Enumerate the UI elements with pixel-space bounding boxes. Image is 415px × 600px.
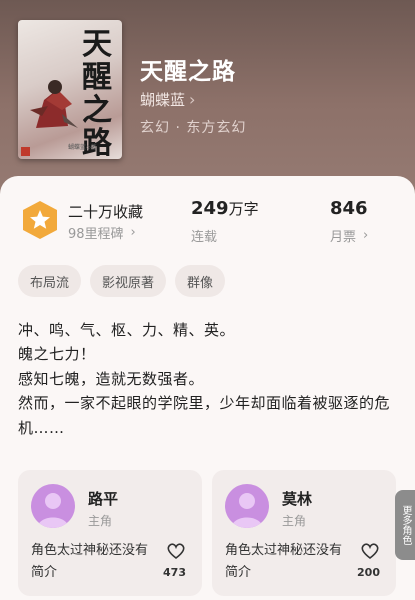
word-count-value: 249 [191,198,229,219]
tag-item[interactable]: 群像 [175,265,226,297]
monthly-ticket-value: 846 [330,198,368,219]
character-avatar [225,484,269,528]
character-card[interactable]: 莫林 主角 角色太过神秘还没有简介 200 [212,470,396,596]
milestone-link[interactable]: 98里程碑 › [68,223,136,242]
monthly-ticket-label: 月票 [330,230,357,245]
chevron-right-icon: › [363,228,369,243]
tag-item[interactable]: 影视原著 [90,265,167,297]
synopsis-line: 然而，一家不起眼的学院里，少年却面临着被驱逐的危机…… [18,394,391,437]
book-title: 天醒之路 [140,59,236,85]
character-role: 主角 [88,514,113,528]
like-count: 200 [357,566,380,579]
heart-icon[interactable] [166,542,186,560]
cover-figure-illustration [30,80,78,128]
book-genre: 玄幻 · 东方玄幻 [140,120,247,136]
monthly-ticket-count: 846 [330,198,368,219]
author-link[interactable]: 蝴蝶蓝 › [140,89,195,110]
chevron-right-icon: › [130,225,136,240]
monthly-ticket-link[interactable]: 月票 › [330,226,368,245]
cover-seal [21,147,30,156]
person-silhouette-icon [231,493,263,528]
character-role: 主角 [282,514,307,528]
more-roles-button[interactable]: 更多角色 [395,490,415,560]
collection-label: 二十万收藏 [68,203,144,221]
character-card[interactable]: 路平 主角 角色太过神秘还没有简介 473 [18,470,202,596]
synopsis-line: 魄之七力！ [18,345,96,364]
book-synopsis[interactable]: 冲、鸣、气、枢、力、精、英。 魄之七力！ 感知七魄，造就无数强者。 然而，一家不… [18,318,400,440]
word-count: 249万字 [191,198,259,219]
character-description: 角色太过神秘还没有简介 [31,543,149,580]
cover-author-mark: 蝴蝶蓝◇著 [68,144,97,151]
person-silhouette-icon [37,493,69,528]
cover-title-text: 天 醒 之 路 [82,27,112,159]
collection-badge-icon [23,201,57,239]
tag-list: 布局流 影视原著 群像 [18,265,226,297]
heart-icon[interactable] [360,542,380,560]
author-name: 蝴蝶蓝 [140,91,186,109]
chevron-right-icon: › [189,90,196,109]
character-description: 角色太过神秘还没有简介 [225,543,343,580]
word-count-unit: 万字 [228,200,259,218]
book-cover-image[interactable]: 天 醒 之 路 蝴蝶蓝◇著 [18,20,122,159]
character-name: 莫林 [282,490,313,508]
synopsis-line: 冲、鸣、气、枢、力、精、英。 [18,321,236,339]
character-name: 路平 [88,490,119,508]
synopsis-line: 感知七魄，造就无数强者。 [18,369,205,388]
like-count: 473 [163,566,186,579]
serial-status: 连载 [191,230,218,245]
tag-item[interactable]: 布局流 [18,265,82,297]
character-avatar [31,484,75,528]
milestone-text: 98里程碑 [68,227,124,242]
